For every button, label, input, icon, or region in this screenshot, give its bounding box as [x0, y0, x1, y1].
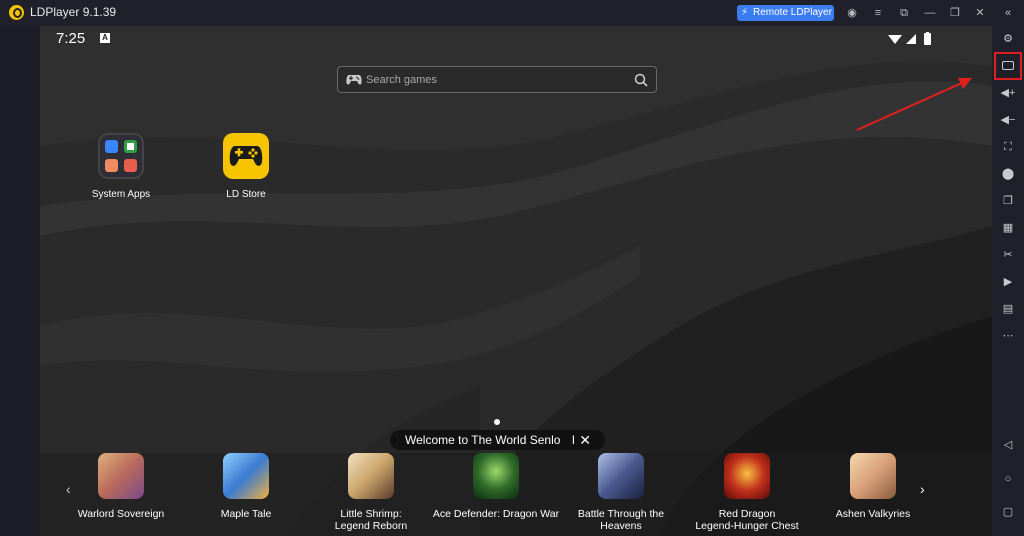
app-title: LDPlayer 9.1.39 [30, 5, 117, 19]
highlight-box [994, 52, 1022, 80]
game-icon [473, 453, 519, 499]
game-dock: ‹ › Warlord Sovereign Maple Tale Little … [40, 453, 992, 536]
files-app-icon [105, 159, 118, 172]
home-icon[interactable]: ○ [1000, 471, 1016, 487]
game-ashen-valkyries[interactable]: Ashen Valkyries [808, 453, 938, 520]
game-label: Ashen Valkyries [835, 508, 911, 520]
game-icon [850, 453, 896, 499]
game-warlord-sovereign[interactable]: Warlord Sovereign [56, 453, 186, 520]
screenshot-icon[interactable]: ⛶ [1000, 139, 1016, 155]
game-label: Red Dragon [718, 508, 776, 520]
account-icon[interactable]: ◉ [844, 4, 860, 22]
ld-store-app[interactable]: LD Store [201, 133, 291, 200]
fullscreen-icon[interactable]: ⧉ [896, 4, 912, 22]
game-icon [98, 453, 144, 499]
back-icon[interactable]: ◁ [1000, 437, 1016, 453]
toast-text: Welcome to The World Senlo [405, 433, 561, 447]
volume-down-icon[interactable]: ◀− [1000, 112, 1016, 128]
title-bar: LDPlayer 9.1.39 ⚡ Remote LDPlayer ◉ ≡ ⧉ … [0, 0, 1024, 26]
left-frame [0, 26, 40, 536]
remote-ldplayer-button[interactable]: ⚡ Remote LDPlayer [737, 5, 834, 21]
operation-record-icon[interactable]: ▦ [1000, 220, 1016, 236]
restore-icon[interactable]: ❐ [947, 4, 963, 22]
ld-store-label: LD Store [226, 189, 266, 200]
search-bar[interactable] [337, 66, 657, 93]
welcome-toast: Welcome to The World Senlo I ✕ [390, 430, 605, 450]
menu-icon[interactable]: ≡ [870, 4, 886, 22]
game-maple-tale[interactable]: Maple Tale [181, 453, 311, 520]
signal-icon [906, 34, 916, 44]
game-icon [598, 453, 644, 499]
system-apps-icon [98, 133, 144, 179]
game-little-shrimp[interactable]: Little Shrimp: Legend Reborn [306, 453, 436, 532]
search-input[interactable] [366, 67, 626, 92]
gallery-app-icon [124, 159, 137, 172]
settings-app-icon [105, 140, 118, 153]
install-apk-icon[interactable]: ⬤ [1000, 166, 1016, 182]
more-icon[interactable]: ⋯ [1000, 328, 1016, 344]
bolt-icon: ⚡ [741, 7, 749, 18]
game-label-2: Heavens [600, 520, 642, 532]
scissors-icon[interactable]: ✂ [1000, 247, 1016, 263]
collapse-icon[interactable]: « [1000, 4, 1016, 22]
system-apps-folder[interactable]: System Apps [76, 133, 166, 200]
game-icon [724, 453, 770, 499]
close-icon[interactable]: ✕ [972, 4, 988, 22]
multi-instance-icon[interactable]: ❐ [1000, 193, 1016, 209]
game-label-2: Legend Reborn [334, 520, 408, 532]
ldplayer-logo-icon [9, 5, 24, 20]
status-time: 7:25 [56, 30, 86, 47]
settings-icon[interactable]: ⚙ [1000, 31, 1016, 47]
game-ace-defender[interactable]: Ace Defender: Dragon War [431, 453, 561, 520]
right-toolbar: ⚙ ◀+ ◀− ⛶ ⬤ ❐ ▦ ✂ ▶ ▤ ⋯ ◁ ○ ▢ [992, 26, 1024, 536]
video-record-icon[interactable]: ▶ [1000, 274, 1016, 290]
page-indicator [494, 419, 500, 425]
system-apps-label: System Apps [91, 189, 151, 200]
annotation-arrow-icon [856, 78, 972, 131]
notification-icon: A [100, 33, 110, 43]
game-label-2: Legend-Hunger Chest [695, 520, 799, 532]
remote-ldplayer-label: Remote LDPlayer [753, 7, 832, 18]
game-red-dragon[interactable]: Red Dragon Legend-Hunger Chest [682, 453, 812, 532]
game-icon [348, 453, 394, 499]
game-label: Ace Defender: Dragon War [432, 508, 560, 520]
chrome-app-icon [124, 140, 137, 153]
toast-close-icon[interactable]: ✕ [579, 430, 591, 450]
recents-icon[interactable]: ▢ [1000, 504, 1016, 520]
wifi-icon [888, 35, 902, 44]
game-label: Battle Through the [577, 508, 665, 520]
status-icons [888, 32, 931, 45]
ld-store-icon [223, 133, 269, 179]
text-cursor-icon: I [571, 433, 576, 447]
gamepad-icon [346, 75, 362, 85]
game-battle-through-the-heavens[interactable]: Battle Through the Heavens [556, 453, 686, 532]
search-icon[interactable] [634, 73, 648, 87]
battery-icon [924, 33, 931, 45]
game-label: Maple Tale [220, 508, 272, 520]
game-icon [223, 453, 269, 499]
game-label: Warlord Sovereign [77, 508, 165, 520]
shared-folder-icon[interactable]: ▤ [1000, 301, 1016, 317]
volume-up-icon[interactable]: ◀+ [1000, 85, 1016, 101]
minimize-icon[interactable]: — [922, 4, 938, 22]
game-label: Little Shrimp: [340, 508, 402, 520]
